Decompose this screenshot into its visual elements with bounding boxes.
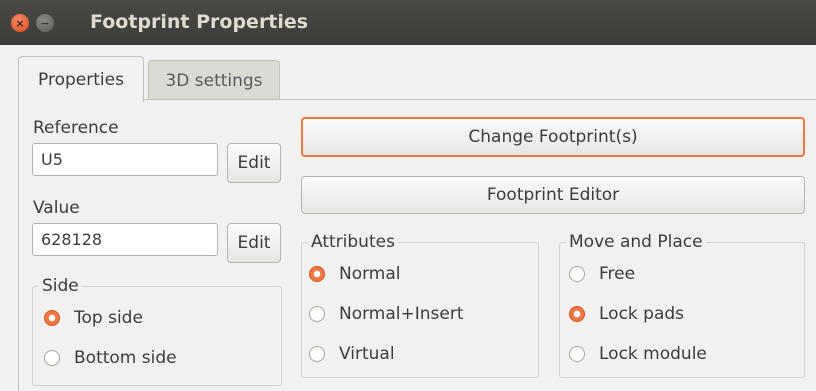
radio-unselected-icon xyxy=(309,346,325,362)
radio-label: Bottom side xyxy=(74,348,177,368)
radio-free[interactable]: Free xyxy=(569,264,635,284)
value-label: Value xyxy=(33,198,80,218)
tab-3d-settings[interactable]: 3D settings xyxy=(148,60,280,100)
close-icon[interactable]: × xyxy=(11,14,29,32)
attributes-legend: Attributes xyxy=(311,232,395,252)
radio-selected-icon xyxy=(569,306,585,322)
radio-unselected-icon xyxy=(569,266,585,282)
radio-normal[interactable]: Normal xyxy=(309,264,401,284)
radio-label: Lock pads xyxy=(599,304,685,324)
radio-normal-insert[interactable]: Normal+Insert xyxy=(309,304,464,324)
reference-input[interactable]: U5 xyxy=(32,143,218,176)
radio-virtual[interactable]: Virtual xyxy=(309,344,395,364)
footprint-editor-button[interactable]: Footprint Editor xyxy=(301,176,805,214)
side-group: Side xyxy=(32,276,282,386)
title-bar: × − Footprint Properties xyxy=(0,0,816,45)
reference-edit-button[interactable]: Edit xyxy=(227,143,281,183)
radio-selected-icon xyxy=(309,266,325,282)
radio-lock-module[interactable]: Lock module xyxy=(569,344,707,364)
reference-label: Reference xyxy=(33,118,119,138)
radio-label: Top side xyxy=(74,308,143,328)
radio-label: Lock module xyxy=(599,344,707,364)
radio-label: Free xyxy=(599,264,636,284)
radio-label: Normal+Insert xyxy=(339,304,464,324)
radio-label: Normal xyxy=(339,264,401,284)
side-legend: Side xyxy=(42,276,79,296)
change-footprint-button[interactable]: Change Footprint(s) xyxy=(301,117,805,157)
window-title: Footprint Properties xyxy=(90,11,309,33)
radio-unselected-icon xyxy=(569,346,585,362)
value-input[interactable]: 628128 xyxy=(32,223,218,256)
radio-unselected-icon xyxy=(309,306,325,322)
radio-label: Virtual xyxy=(339,344,395,364)
move-place-legend: Move and Place xyxy=(569,232,703,252)
properties-panel: Reference U5 Edit Value 628128 Edit Side… xyxy=(18,99,816,391)
minimize-icon[interactable]: − xyxy=(36,14,54,32)
radio-unselected-icon xyxy=(44,350,60,366)
radio-lock-pads[interactable]: Lock pads xyxy=(569,304,684,324)
radio-top-side[interactable]: Top side xyxy=(44,308,143,328)
value-edit-button[interactable]: Edit xyxy=(227,223,281,263)
tab-properties[interactable]: Properties xyxy=(18,56,144,102)
radio-selected-icon xyxy=(44,310,60,326)
radio-bottom-side[interactable]: Bottom side xyxy=(44,348,177,368)
